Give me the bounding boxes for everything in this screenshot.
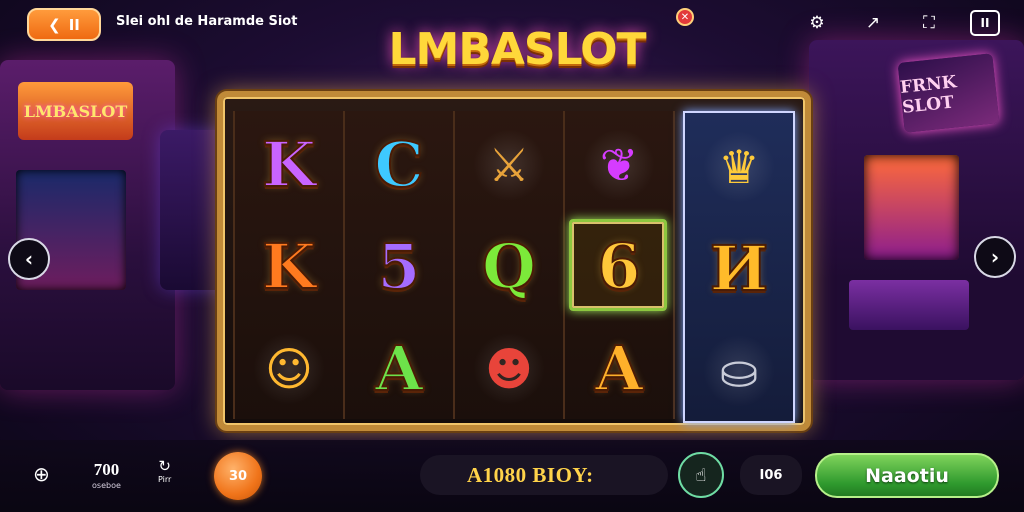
max-bet-button[interactable]: ↻ Pirr — [158, 457, 171, 484]
reel-cell: ⚔ — [455, 115, 563, 215]
reel-cell: ☻ — [455, 319, 563, 419]
reel-cell: Q — [455, 217, 563, 317]
left-arcade-cabinet: LMBASLOT — [0, 60, 175, 390]
menu-icon-label: II — [980, 16, 990, 30]
left-cabinet-marquee: LMBASLOT — [18, 82, 133, 140]
silver-bucket-symbol: ⛀ — [702, 336, 776, 406]
next-arrow-button[interactable]: › — [974, 236, 1016, 278]
reel-cell: A — [565, 319, 673, 419]
reel-cell: ⛀ — [685, 321, 793, 421]
sword-emblem-symbol: ⚔ — [472, 130, 546, 200]
autoplay-button[interactable]: ☝ — [678, 452, 724, 498]
bet-display: 700 oseboe — [92, 460, 121, 490]
logo-badge-icon: ✕ — [676, 8, 694, 26]
treasure-pot-symbol: ♛ — [702, 132, 776, 202]
bet-value: 700 — [93, 460, 120, 479]
spin-button[interactable]: Naaotiu — [815, 453, 999, 498]
top-icon-group: ⚙ ↗ ⛶ II — [802, 10, 1000, 36]
reel-column-2: C 5 A — [343, 111, 455, 419]
reel-column-3: ⚔ Q ☻ — [453, 111, 565, 419]
reel-column-5: ♛ И ⛀ — [683, 111, 795, 423]
page-title: Slei ohl de Haramde Siot — [116, 14, 298, 29]
info-icon[interactable]: ⊕ — [33, 462, 50, 486]
coin-chip-button[interactable]: 30 — [214, 452, 262, 500]
purple-5-symbol: 5 — [376, 230, 421, 303]
right-cabinet-sign: FRNK SLOT — [897, 53, 1000, 133]
green-a-symbol: A — [374, 332, 424, 405]
max-bet-label: Pirr — [158, 475, 172, 484]
reel-cell: ♛ — [685, 117, 793, 217]
reel-cell: ☺ — [235, 319, 343, 419]
orange-k-symbol: K — [261, 230, 317, 303]
reel-column-1: K K ☺ — [233, 111, 345, 419]
share-icon[interactable]: ↗ — [858, 10, 888, 36]
menu-icon[interactable]: II — [970, 10, 1000, 36]
previous-arrow-button[interactable]: ‹ — [8, 238, 50, 280]
reel-cell: A — [345, 319, 453, 419]
gold-6-symbol: 6 — [596, 230, 641, 303]
purple-k-symbol: K — [261, 128, 317, 201]
reel-column-4: ❦ 6 A — [563, 111, 675, 419]
gold-rune-symbol: И — [709, 232, 770, 305]
reel-cell: 6 — [565, 217, 673, 317]
balance-display: A1080 BIOY: — [420, 455, 668, 495]
reel-cell: 5 — [345, 217, 453, 317]
chevron-left-icon: ‹ — [24, 247, 34, 271]
settings-icon[interactable]: ⚙ — [802, 10, 832, 36]
reel-cell: K — [235, 217, 343, 317]
chevron-right-icon: › — [990, 245, 1000, 269]
reel-frame: K K ☺ C 5 A ⚔ Q ☻ ❦ 6 A ♛ И ⛀ — [217, 91, 811, 431]
green-q-symbol: Q — [481, 230, 537, 303]
magenta-heart-symbol: ❦ — [582, 130, 656, 200]
reel-cell: И — [685, 219, 793, 319]
clown-face-symbol: ☻ — [472, 334, 546, 404]
right-cabinet-panel — [849, 280, 969, 330]
back-button-label: II — [68, 15, 80, 34]
lines-display[interactable]: I06 — [740, 455, 802, 495]
right-arcade-cabinet: FRNK SLOT — [809, 40, 1024, 380]
orange-a-symbol: A — [594, 332, 644, 405]
back-arrow-icon: ❮ — [48, 15, 61, 34]
refresh-icon: ↻ — [158, 457, 171, 475]
right-cabinet-screen — [864, 155, 959, 260]
gold-bear-symbol: ☺ — [252, 334, 326, 404]
fullscreen-icon[interactable]: ⛶ — [914, 10, 944, 36]
game-logo: LMBASLOT — [388, 23, 647, 75]
reel-cell: K — [235, 115, 343, 215]
bet-label: oseboe — [92, 481, 121, 490]
hand-pointer-icon: ☝ — [695, 464, 707, 486]
reel-cell: C — [345, 115, 453, 215]
back-button[interactable]: ❮ II — [27, 8, 101, 41]
reel-cell: ❦ — [565, 115, 673, 215]
blue-c-symbol: C — [373, 128, 424, 201]
